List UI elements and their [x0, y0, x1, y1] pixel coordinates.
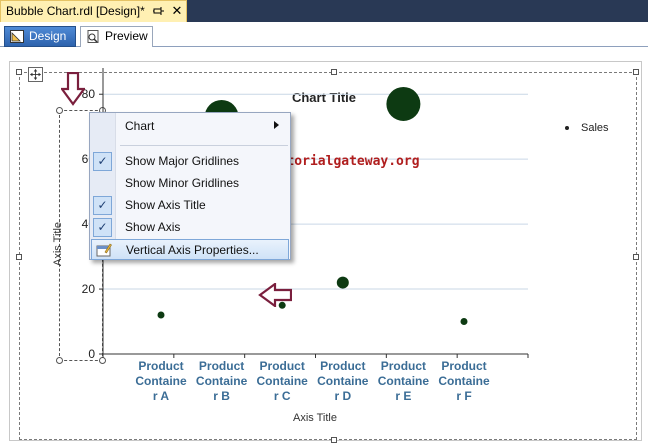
menu-item-chart[interactable]: Chart — [91, 116, 289, 137]
bubble-point[interactable] — [460, 318, 468, 326]
menu-separator — [120, 145, 288, 146]
bubble-point[interactable] — [336, 276, 349, 289]
context-menu: Chart ✓ Show Major Gridlines Show Minor … — [89, 112, 291, 260]
menu-item-label: Show Minor Gridlines — [125, 176, 240, 190]
document-tab-title: Bubble Chart.rdl [Design]* — [6, 4, 145, 18]
menu-item-vertical-axis-properties[interactable]: Vertical Axis Properties... — [91, 239, 289, 260]
bubble-point[interactable] — [386, 86, 421, 121]
y-tick-label: 0 — [88, 347, 95, 361]
checkmark-icon: ✓ — [93, 196, 112, 215]
annotation-arrow-down-icon — [61, 72, 85, 106]
pin-icon[interactable] — [153, 4, 165, 18]
checkmark-icon: ✓ — [93, 218, 112, 237]
bubble-point[interactable] — [157, 311, 165, 319]
document-tab[interactable]: Bubble Chart.rdl [Design]* ✕ — [0, 0, 187, 22]
menu-item-show-major-gridlines[interactable]: ✓ Show Major Gridlines — [91, 151, 289, 172]
submenu-arrow-icon — [274, 121, 279, 129]
menu-item-label: Show Major Gridlines — [125, 154, 240, 168]
menu-item-show-axis[interactable]: ✓ Show Axis — [91, 217, 289, 238]
close-icon[interactable]: ✕ — [170, 3, 184, 19]
preview-icon — [87, 30, 99, 43]
tab-design-label: Design — [29, 29, 67, 43]
menu-item-label: Vertical Axis Properties... — [126, 243, 259, 257]
menu-item-label: Show Axis — [125, 220, 181, 234]
menu-item-show-minor-gridlines[interactable]: Show Minor Gridlines — [91, 173, 289, 194]
properties-icon — [96, 243, 112, 257]
menu-item-show-axis-title[interactable]: ✓ Show Axis Title — [91, 195, 289, 216]
design-ruler-icon — [10, 30, 24, 43]
document-tab-bar: Bubble Chart.rdl [Design]* ✕ — [0, 0, 648, 22]
view-tab-bar: Design Preview — [0, 22, 648, 47]
tab-preview[interactable]: Preview — [80, 26, 153, 47]
checkmark-icon: ✓ — [93, 152, 112, 171]
annotation-arrow-left-icon — [258, 283, 292, 307]
tab-preview-label: Preview — [105, 29, 148, 43]
y-tick-label: 20 — [82, 282, 96, 296]
menu-item-label: Show Axis Title — [125, 198, 206, 212]
tab-design[interactable]: Design — [4, 26, 76, 47]
menu-item-label: Chart — [125, 119, 155, 133]
